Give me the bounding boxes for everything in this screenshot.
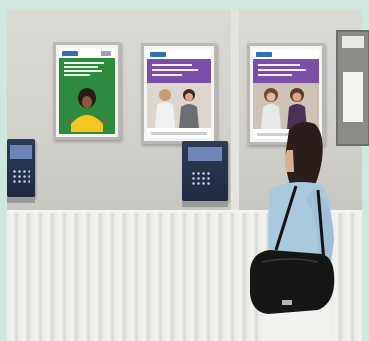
woman-with-handbag-icon xyxy=(250,122,335,341)
waiting-room-photo xyxy=(0,0,369,341)
